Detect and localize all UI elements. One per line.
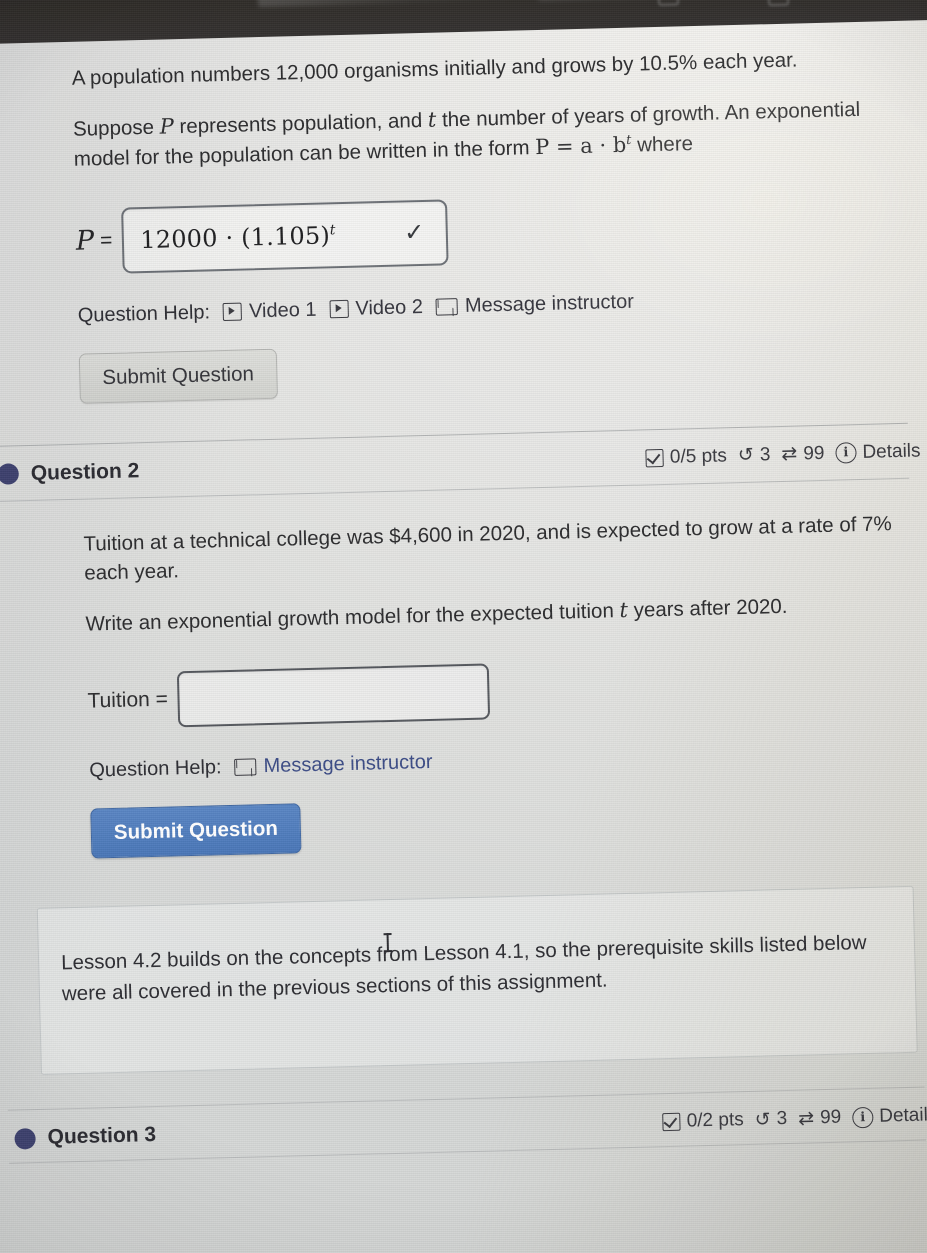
question1-help-row: Question Help: Video 1 Video 2 Message i… <box>78 284 891 328</box>
question2-details-link[interactable]: i Details <box>835 440 921 464</box>
envelope-icon <box>435 297 459 316</box>
question1-help-video1[interactable]: Video 1 <box>222 298 317 323</box>
undo-icon: ↺ <box>754 1109 771 1131</box>
question2-stats: 0/5 pts ↺ 3 ⇄ 99 i Details <box>645 440 921 469</box>
swap-icon: ⇄ <box>781 443 798 466</box>
question2-answer-label: Tuition = <box>87 687 169 713</box>
question-status-bullet-icon <box>0 463 20 486</box>
question3-points-group: 0/2 pts <box>662 1109 744 1133</box>
question1-answer-label: P <box>75 225 95 257</box>
question1-answer-row: P = 12000 · (1.105)t ✓ <box>75 188 889 275</box>
question2-help-message-label: Message instructor <box>263 750 433 777</box>
text-cursor-icon <box>386 932 389 952</box>
question3-title-group: Question 3 <box>14 1123 156 1151</box>
question3-details-link[interactable]: i Details <box>851 1104 927 1129</box>
check-icon: ✓ <box>403 218 425 247</box>
question2-answer-input[interactable] <box>177 663 491 728</box>
question1-help-message-instructor[interactable]: Message instructor <box>435 290 635 318</box>
question3-attempts-group: ↺ 3 <box>754 1108 787 1131</box>
question2-attempts-group: ↺ 3 <box>738 444 771 467</box>
q2-text-b: years after 2020. <box>627 594 788 622</box>
question3-stats: 0/2 pts ↺ 3 ⇄ 99 i Details <box>662 1105 927 1134</box>
info-icon: i <box>851 1106 874 1129</box>
q1-formula: P = a · b <box>534 132 627 160</box>
question1-help-video1-label: Video 1 <box>248 298 317 323</box>
question3-versions-group: ⇄ 99 <box>798 1107 842 1130</box>
assignment-page: A population numbers 12,000 organisms in… <box>0 20 927 1253</box>
question1-help-video2-label: Video 2 <box>355 295 424 320</box>
swap-icon: ⇄ <box>797 1108 815 1130</box>
video-icon <box>329 300 349 319</box>
question3-attempts: 3 <box>776 1108 788 1130</box>
question2-header: Question 2 0/5 pts ↺ 3 ⇄ 99 i Details <box>0 439 921 486</box>
question2-answer-row: Tuition = <box>87 653 901 730</box>
question2-title-group: Question 2 <box>0 459 140 487</box>
question-status-bullet-icon <box>14 1127 36 1150</box>
question2-details-label: Details <box>862 440 921 463</box>
checkbox-checked-icon <box>645 448 665 468</box>
question2-attempts: 3 <box>759 443 771 466</box>
address-bar-blur[interactable] <box>257 0 518 8</box>
q2-text-a: Write an exponential growth model for th… <box>85 599 620 636</box>
q1-text-a: Suppose <box>72 115 160 141</box>
info-icon: i <box>835 442 857 464</box>
question3-details-label: Details <box>878 1104 927 1127</box>
question2-title: Question 2 <box>30 458 140 485</box>
question1-help-message-label: Message instructor <box>464 290 635 317</box>
lesson-note-text: Lesson 4.2 builds on the concepts from L… <box>60 930 867 1005</box>
envelope-icon <box>234 758 257 776</box>
question2-help-message-instructor[interactable]: Message instructor <box>234 750 433 779</box>
extension-icon[interactable] <box>657 0 680 6</box>
checkbox-checked-icon <box>662 1113 681 1132</box>
question1-answer-input[interactable]: 12000 · (1.105)t ✓ <box>121 199 450 274</box>
q1-var-P: P <box>159 114 175 139</box>
question1-submit-button[interactable]: Submit Question <box>78 348 278 404</box>
question2-versions: 99 <box>803 442 825 465</box>
question1-answer-value: 12000 · (1.105)t <box>139 221 336 254</box>
question1-help-label: Question Help: <box>77 301 211 327</box>
question2-points: 0/5 pts <box>669 445 728 468</box>
question3-points: 0/2 pts <box>686 1109 744 1132</box>
question2-body-p1: Tuition at a technical college was $4,60… <box>83 511 892 585</box>
star-icon[interactable]: ☆ <box>706 0 720 2</box>
question1-prompt-line2: Suppose P represents population, and t t… <box>73 94 887 174</box>
lesson-note-box: Lesson 4.2 builds on the concepts from L… <box>36 885 918 1076</box>
photo-of-screen: ☆ ✎ A population numbers 12,000 organism… <box>0 0 927 1253</box>
question2-help-row: Question Help: Message instructor <box>89 739 902 783</box>
question2-help-label: Question Help: <box>89 756 222 782</box>
undo-icon: ↺ <box>737 444 755 467</box>
q1-text-d: where <box>631 132 694 157</box>
screen-surface: ☆ ✎ A population numbers 12,000 organism… <box>0 0 927 1253</box>
tabs-icon[interactable] <box>767 0 790 7</box>
toolbar-text-blur <box>537 0 728 1</box>
question1-help-video2[interactable]: Video 2 <box>329 296 423 321</box>
question3-versions: 99 <box>819 1106 842 1129</box>
question1-equals-sign: = <box>99 228 113 252</box>
question2-versions-group: ⇄ 99 <box>781 443 825 466</box>
question3-title: Question 3 <box>47 1123 157 1150</box>
q1-text-b: represents population, and <box>173 108 429 139</box>
question2-body-p2: Write an exponential growth model for th… <box>85 589 898 639</box>
question2-points-group: 0/5 pts <box>645 445 728 469</box>
question1-prompt-line1: A population numbers 12,000 organisms in… <box>71 48 798 90</box>
video-icon <box>222 302 243 322</box>
question2-submit-button[interactable]: Submit Question <box>90 803 302 859</box>
